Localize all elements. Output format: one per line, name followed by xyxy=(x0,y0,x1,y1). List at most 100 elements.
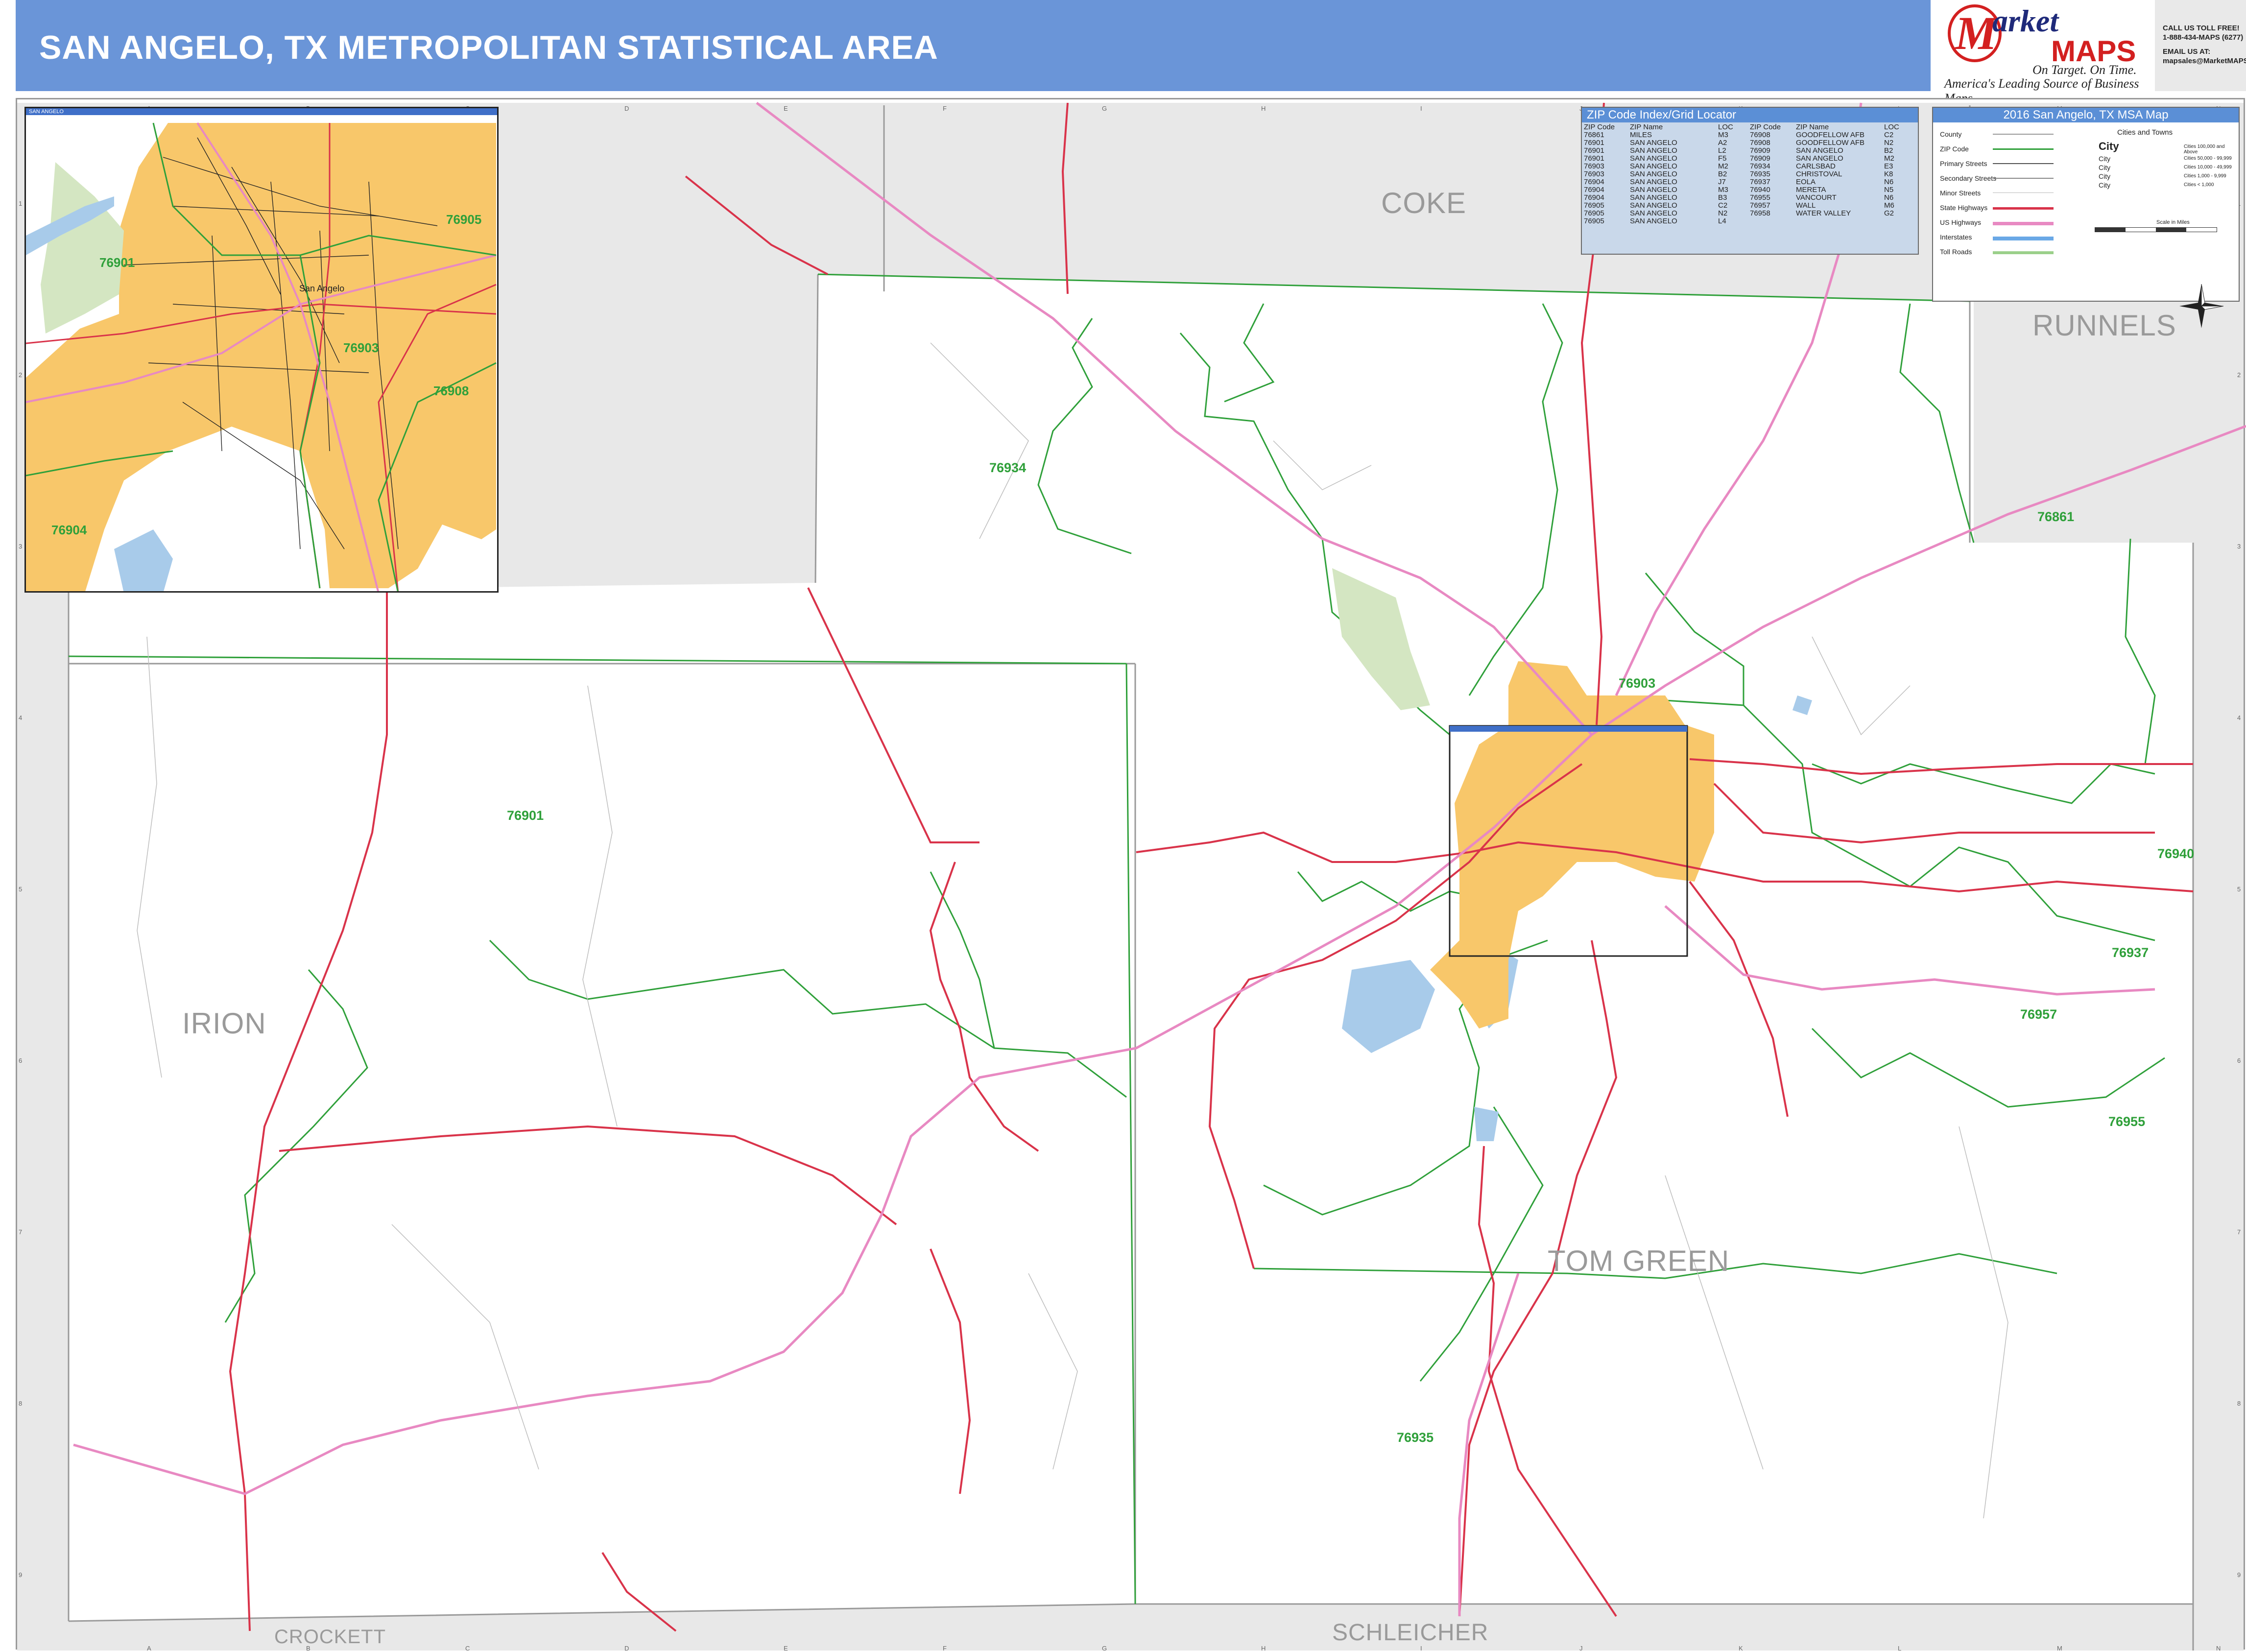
zip-label-76940: 76940 xyxy=(2157,846,2195,861)
inset-zip-76908: 76908 xyxy=(433,383,469,398)
legend-city-big: City xyxy=(2099,140,2119,152)
grid-column-label: N xyxy=(2216,1645,2221,1652)
zip-index-row: 76957 WALL M6 xyxy=(1750,201,1894,210)
grid-row-label: 2 xyxy=(2237,371,2241,379)
zip-index-row: 76955 VANCOURT N6 xyxy=(1750,193,1894,202)
legend-pop-5: Cities < 1,000 xyxy=(2184,182,2214,188)
legend-city-1: City xyxy=(2099,155,2111,163)
legend-row-label: ZIP Code xyxy=(1940,145,1969,153)
zip-index-row: 76909 SAN ANGELO B2 xyxy=(1750,146,1893,155)
grid-column-label: K xyxy=(1739,1645,1743,1652)
grid-row-label: 4 xyxy=(2237,714,2241,721)
legend-pop-2: Cities 50,000 - 99,999 xyxy=(2184,156,2232,161)
grid-column-label: A xyxy=(147,1645,151,1652)
grid-row-label: 3 xyxy=(2237,543,2241,550)
north-arrow-icon xyxy=(2179,284,2223,328)
grid-column-label: E xyxy=(784,105,788,112)
grid-column-label: I xyxy=(1420,105,1422,112)
county-label-crockett: CROCKETT xyxy=(274,1626,386,1648)
grid-row-label: 9 xyxy=(2237,1571,2241,1579)
grid-row-label: 7 xyxy=(19,1228,22,1236)
grid-column-label: D xyxy=(624,1645,629,1652)
grid-row-label: 1 xyxy=(19,200,22,207)
zip-label-76861: 76861 xyxy=(2037,509,2075,524)
zip-index-row: 76905 SAN ANGELO L4 xyxy=(1584,217,1726,225)
legend-pop-3: Cities 10,000 - 49,999 xyxy=(2184,165,2232,170)
grid-row-label: 8 xyxy=(19,1400,22,1407)
inset-zip-76901: 76901 xyxy=(99,255,135,270)
scale-bar xyxy=(2095,227,2217,232)
grid-column-label: F xyxy=(943,1645,947,1652)
legend-title: 2016 San Angelo, TX MSA Map xyxy=(1933,108,2239,122)
zip-label-76955: 76955 xyxy=(2108,1114,2146,1129)
zip-index-row: 76908 GOODFELLOW AFB N2 xyxy=(1750,139,1894,147)
legend-city-3: City xyxy=(2099,172,2111,180)
zip-index-row: 76901 SAN ANGELO A2 xyxy=(1584,139,1727,147)
legend-swatch xyxy=(1993,222,2054,225)
legend-pop-4: Cities 1,000 - 9,999 xyxy=(2184,173,2226,179)
legend-swatch xyxy=(1993,192,2054,193)
grid-column-label: G xyxy=(1102,105,1107,112)
zip-index-row: 76901 SAN ANGELO F5 xyxy=(1584,154,1727,163)
zip-index-row: 76905 SAN ANGELO C2 xyxy=(1584,201,1728,210)
zip-index-header: ZIP Code ZIP Name LOC xyxy=(1750,123,1899,131)
grid-column-label: L xyxy=(1898,1645,1901,1652)
zip-index-panel: ZIP Code Index/Grid Locator ZIP Code ZIP… xyxy=(1581,107,1919,255)
legend-city-4: City xyxy=(2099,181,2111,189)
legend-row-label: US Highways xyxy=(1940,218,1982,226)
zip-label-76935: 76935 xyxy=(1397,1430,1434,1445)
zip-index-left: ZIP Code ZIP Name LOC 76861 MILES M3 76901 S… xyxy=(1584,123,1750,225)
zip-index-row: 76937 EOLA N6 xyxy=(1750,178,1894,186)
zip-index-title: ZIP Code Index/Grid Locator xyxy=(1582,108,1918,122)
grid-row-label: 3 xyxy=(19,543,22,550)
san-angelo-inset[interactable]: SAN ANGELO 76901 76903 76905 76908 76904… xyxy=(24,107,499,593)
zip-index-row: 76908 GOODFELLOW AFB C2 xyxy=(1750,131,1894,139)
legend-swatch xyxy=(1993,163,2054,164)
zip-index-row: 76905 SAN ANGELO N2 xyxy=(1584,209,1728,217)
grid-column-label: H xyxy=(1261,1645,1266,1652)
zip-index-row: 76909 SAN ANGELO M2 xyxy=(1750,154,1894,163)
zip-index-row: 76904 SAN ANGELO B3 xyxy=(1584,193,1727,202)
legend-row-label: Primary Streets xyxy=(1940,160,1987,168)
zip-index-row: 76940 MERETA N5 xyxy=(1750,186,1894,194)
zip-label-76903: 76903 xyxy=(1619,676,1656,691)
inset-locator-bar xyxy=(1450,726,1687,732)
grid-column-label: D xyxy=(624,105,629,112)
grid-column-label: G xyxy=(1102,1645,1107,1652)
grid-row-label: 9 xyxy=(19,1571,22,1579)
legend-swatch xyxy=(1993,251,2054,254)
grid-row-label: 6 xyxy=(19,1057,22,1064)
zip-index-row: 76935 CHRISTOVAL K8 xyxy=(1750,170,1893,178)
county-label-runnels: RUNNELS xyxy=(2032,309,2176,342)
zip-label-76957: 76957 xyxy=(2020,1007,2057,1022)
zip-index-row: 76901 SAN ANGELO L2 xyxy=(1584,146,1726,155)
inset-zip-76904: 76904 xyxy=(51,523,87,537)
zip-label-76937: 76937 xyxy=(2112,945,2149,960)
map-legend: 2016 San Angelo, TX MSA Map County ZIP Co… xyxy=(1932,107,2240,302)
legend-row-label: Minor Streets xyxy=(1940,189,1981,197)
legend-pop-1: Cities 100,000 and Above xyxy=(2184,144,2225,155)
grid-column-label: M xyxy=(2057,1645,2062,1652)
legend-swatch xyxy=(1993,148,2054,150)
zip-label-76934: 76934 xyxy=(989,460,1027,475)
inset-zip-76903: 76903 xyxy=(343,340,379,355)
county-label-coke: COKE xyxy=(1381,187,1467,219)
grid-column-label: H xyxy=(1261,105,1266,112)
legend-swatch xyxy=(1993,237,2054,240)
inset-city-label: San Angelo xyxy=(299,284,345,293)
legend-row-label: State Highways xyxy=(1940,204,1988,212)
grid-row-label: 8 xyxy=(2237,1400,2241,1407)
county-label-schleicher: SCHLEICHER xyxy=(1332,1620,1489,1646)
legend-row-label: Secondary Streets xyxy=(1940,174,1997,182)
zip-index-row: 76904 SAN ANGELO J7 xyxy=(1584,178,1726,186)
grid-row-label: 2 xyxy=(19,371,22,379)
legend-row-label: Toll Roads xyxy=(1940,248,1972,256)
legend-cities-title: Cities and Towns xyxy=(2117,128,2173,137)
legend-swatch xyxy=(1993,207,2054,210)
legend-swatch xyxy=(1993,178,2054,179)
grid-column-label: J xyxy=(1579,1645,1583,1652)
grid-column-label: F xyxy=(943,105,947,112)
grid-column-label: C xyxy=(465,1645,470,1652)
grid-row-label: 7 xyxy=(2237,1228,2241,1236)
legend-scale-label: Scale in Miles xyxy=(2156,219,2190,225)
